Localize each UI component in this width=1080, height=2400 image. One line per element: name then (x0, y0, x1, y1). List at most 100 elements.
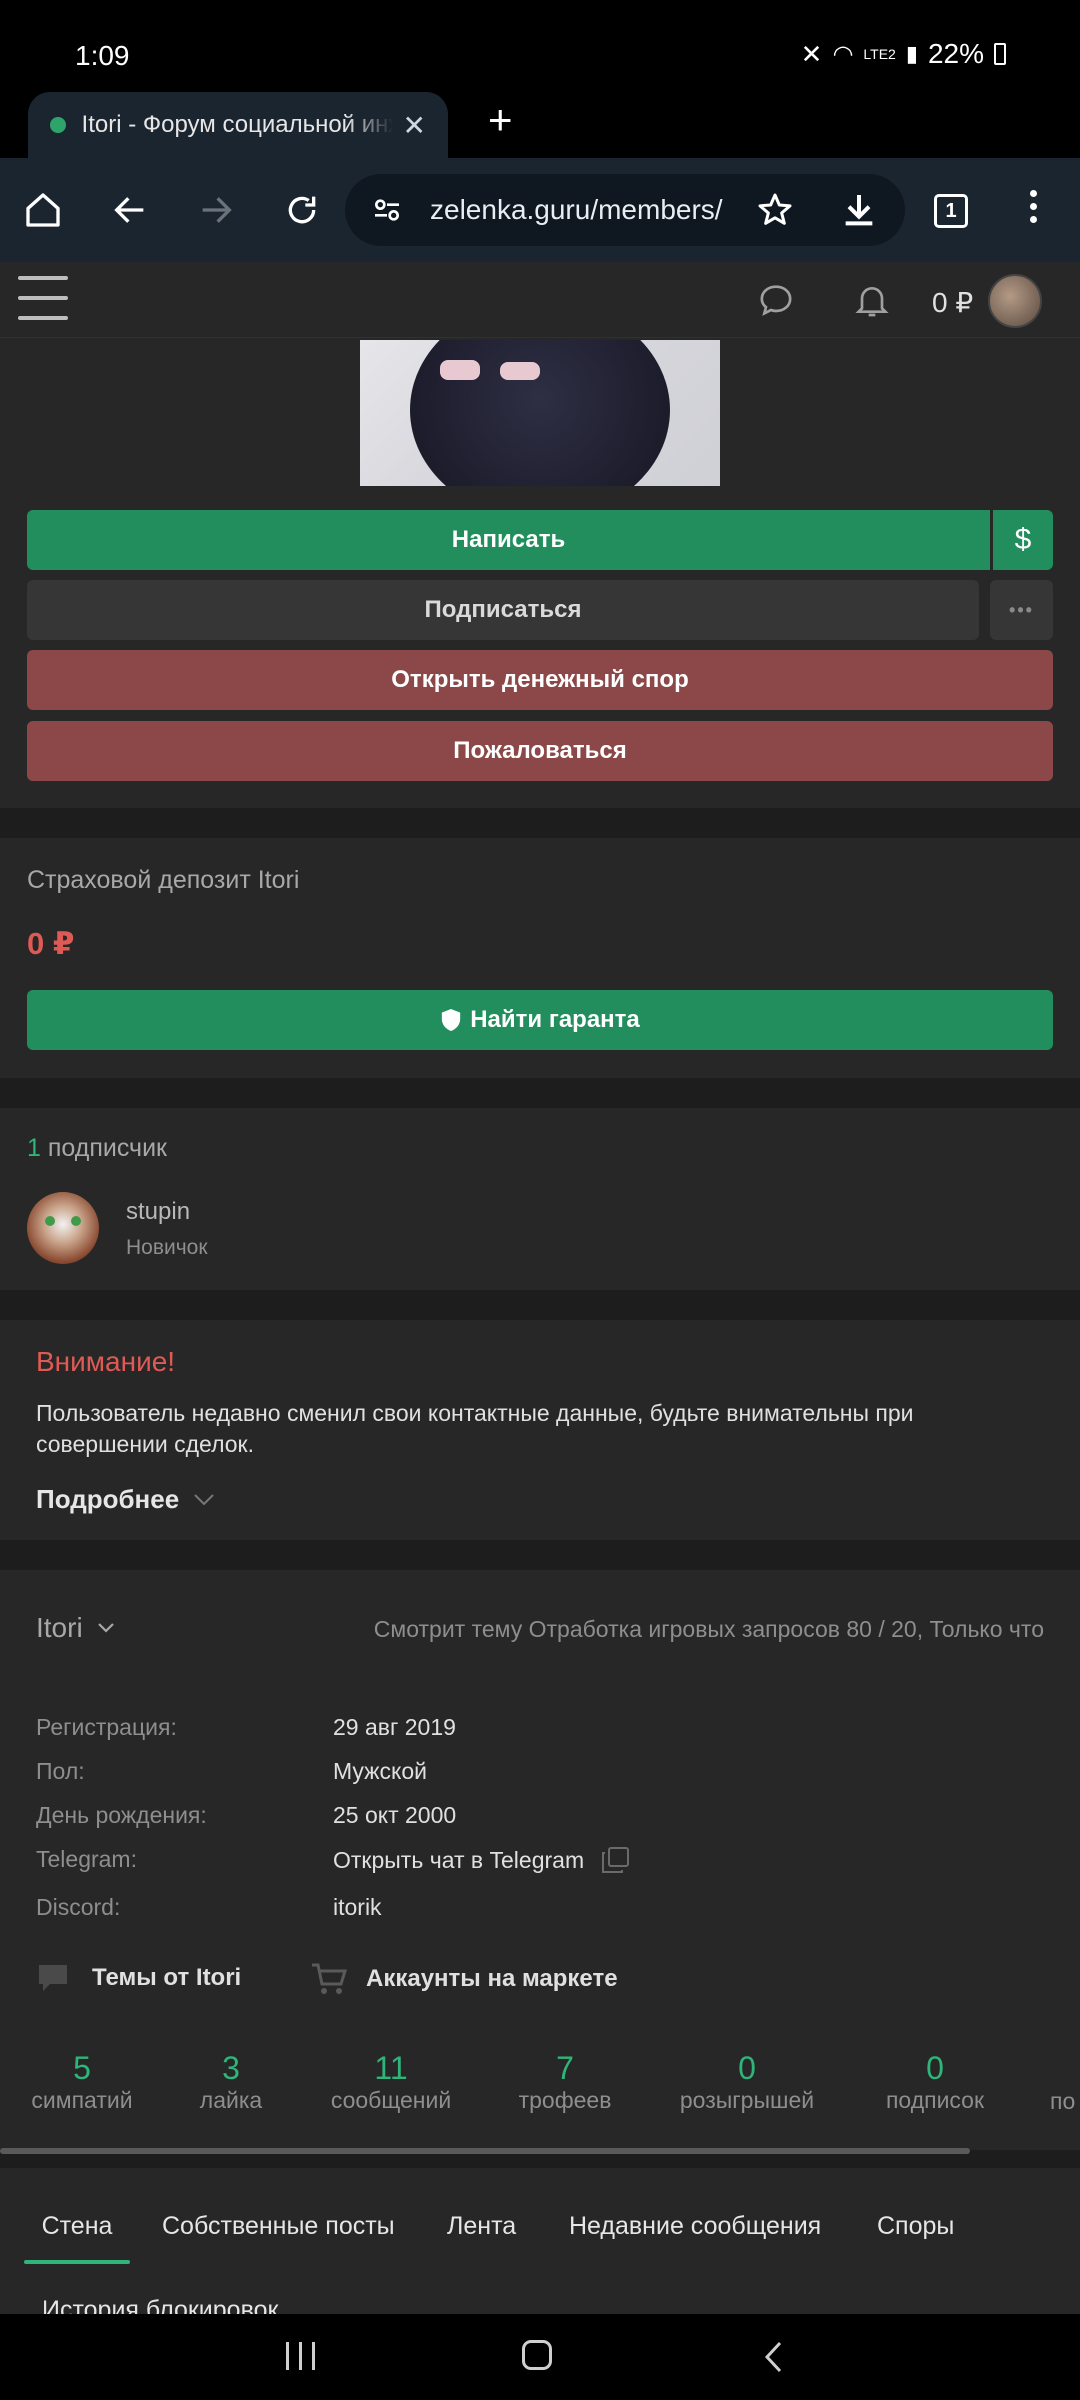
forward-icon[interactable] (188, 182, 244, 238)
stat-giveaways[interactable]: 0 розыгрышей (680, 2050, 814, 2114)
stat-sympathies[interactable]: 5 симпатий (31, 2050, 132, 2114)
battery-icon (994, 43, 1006, 65)
favicon-icon (50, 117, 66, 133)
write-button[interactable]: Написать (27, 510, 990, 570)
follower-name[interactable]: stupin (126, 1198, 190, 1226)
user-activity: Смотрит тему Отработка игровых запросов … (373, 1616, 1044, 1642)
menu-dots-icon[interactable] (1030, 190, 1037, 223)
stat-value: 3 (222, 2050, 240, 2086)
close-tab-icon[interactable]: ✕ (403, 109, 426, 142)
followers-heading[interactable]: 1 подписчик (27, 1134, 167, 1163)
stat-label: сообщений (330, 2087, 452, 2113)
username-dropdown[interactable]: Itori (36, 1612, 115, 1644)
tab-wall[interactable]: Стена (24, 2212, 130, 2241)
site-settings-icon[interactable] (371, 194, 403, 231)
stat-messages[interactable]: 11 сообщений (331, 2050, 451, 2114)
stat-label: трофеев (518, 2087, 612, 2113)
address-bar[interactable]: zelenka.guru/members/ (345, 174, 905, 246)
stat-trophies[interactable]: 7 трофеев (519, 2050, 612, 2114)
followers-card: 1 подписчик stupin Новичок (0, 1108, 1080, 1290)
conversations-icon[interactable] (756, 280, 796, 325)
stat-value: 11 (374, 2050, 408, 2086)
new-tab-icon[interactable]: + (488, 96, 513, 144)
stat-label: розыгрышей (679, 2087, 815, 2113)
user-topics-link[interactable]: Темы от Itori (36, 1962, 241, 1994)
tab-recent-messages[interactable]: Недавние сообщения (569, 2212, 821, 2241)
market-accounts-link[interactable]: Аккаунты на маркете (310, 1962, 618, 1996)
mute-icon: ✕ (800, 38, 823, 69)
tab-feed[interactable]: Лента (447, 2212, 516, 2241)
stat-label-partial[interactable]: по (1050, 2088, 1075, 2115)
signal-icon: ▮ (905, 41, 918, 66)
deposit-title: Страховой депозит Itori (27, 866, 300, 894)
stat-value: 7 (556, 2050, 574, 2086)
bookmark-star-icon[interactable] (755, 190, 795, 235)
user-avatar[interactable] (988, 274, 1042, 328)
tab-own-posts[interactable]: Собственные посты (162, 2212, 395, 2241)
browser-tab[interactable]: Itori - Форум социальной инженерии ✕ (28, 92, 448, 158)
wifi-icon: ◠ (832, 40, 854, 68)
tab-title: Itori - Форум социальной инженерии (81, 111, 393, 138)
stat-value: 5 (73, 2050, 91, 2086)
insurance-deposit-card: Страховой депозит Itori 0 ₽ Найти гарант… (0, 838, 1080, 1078)
field-value-gender: Мужской (333, 1758, 428, 1784)
stats-row: 5 симпатий 3 лайка 11 сообщений 7 трофее… (0, 2050, 1080, 2120)
follower-rank: Новичок (126, 1236, 208, 1259)
notifications-bell-icon[interactable] (852, 280, 892, 325)
battery-label: 22% (927, 38, 984, 69)
follower-avatar[interactable] (27, 1192, 99, 1264)
telegram-link[interactable]: Открыть чат в Telegram (333, 1846, 630, 1874)
warning-title: Внимание! (36, 1346, 176, 1377)
send-money-button[interactable]: $ (993, 510, 1053, 570)
home-nav-icon[interactable] (522, 2340, 552, 2370)
deposit-amount: 0 ₽ (27, 926, 75, 961)
field-value-discord: itorik (333, 1894, 382, 1920)
field-label-registration: Регистрация: (36, 1714, 177, 1740)
warning-card: Внимание! Пользователь недавно сменил св… (0, 1320, 1080, 1540)
stat-likes[interactable]: 3 лайка (200, 2050, 262, 2114)
balance-label[interactable]: 0 ₽ (932, 286, 973, 319)
chevron-down-icon (97, 1623, 114, 1633)
field-label-gender: Пол: (36, 1758, 85, 1784)
followers-count: 1 (27, 1134, 41, 1162)
copy-icon[interactable] (600, 1846, 630, 1874)
system-navigation-bar (0, 2314, 1080, 2400)
browser-toolbar: zelenka.guru/members/ 1 (0, 158, 1080, 262)
back-nav-icon[interactable] (762, 2340, 784, 2379)
warning-text: Пользователь недавно сменил свои контакт… (36, 1400, 914, 1457)
reload-icon[interactable] (274, 182, 330, 238)
profile-avatar-image (360, 340, 720, 486)
hamburger-menu-icon[interactable] (18, 276, 68, 320)
recent-apps-icon[interactable] (286, 2342, 315, 2370)
tab-disputes[interactable]: Споры (877, 2212, 954, 2241)
warning-more-link[interactable]: Подробнее (36, 1484, 215, 1515)
stats-scrollbar[interactable] (0, 2148, 970, 2154)
profile-tabs-card: Стена Собственные посты Лента Недавние с… (0, 2168, 1080, 2324)
subscribe-button[interactable]: Подписаться (27, 580, 979, 640)
warning-more-label: Подробнее (36, 1484, 180, 1514)
profile-actions-card: Написать $ Подписаться ••• Открыть денеж… (0, 338, 1080, 808)
browser-tab-strip: Itori - Форум социальной инженерии ✕ + (0, 88, 1080, 158)
home-icon[interactable] (15, 182, 71, 238)
chat-bubble-icon (39, 1965, 67, 1991)
active-tab-indicator (24, 2260, 130, 2264)
market-accounts-label: Аккаунты на маркете (366, 1965, 618, 1992)
stat-subscriptions[interactable]: 0 подписок (886, 2050, 984, 2114)
profile-username: Itori (36, 1612, 83, 1643)
open-dispute-button[interactable]: Открыть денежный спор (27, 650, 1053, 710)
back-icon[interactable] (102, 182, 158, 238)
stat-value: 0 (926, 2050, 944, 2086)
followers-label: подписчик (47, 1134, 167, 1162)
stat-label: лайка (199, 2087, 263, 2113)
url-text: zelenka.guru/members/ (430, 194, 723, 225)
find-guarantor-button[interactable]: Найти гаранта (27, 990, 1053, 1050)
network-label: LTE2 (863, 46, 896, 62)
download-icon[interactable] (839, 190, 879, 235)
report-button[interactable]: Пожаловаться (27, 721, 1053, 781)
tab-switcher-button[interactable]: 1 (934, 194, 968, 228)
status-icons: ✕ ◠ LTE2 ▮ 22% (801, 38, 1006, 70)
field-value-birthday: 25 окт 2000 (333, 1802, 457, 1828)
more-actions-button[interactable]: ••• (990, 580, 1053, 640)
shield-icon (442, 1009, 461, 1031)
field-label-discord: Discord: (36, 1894, 121, 1920)
